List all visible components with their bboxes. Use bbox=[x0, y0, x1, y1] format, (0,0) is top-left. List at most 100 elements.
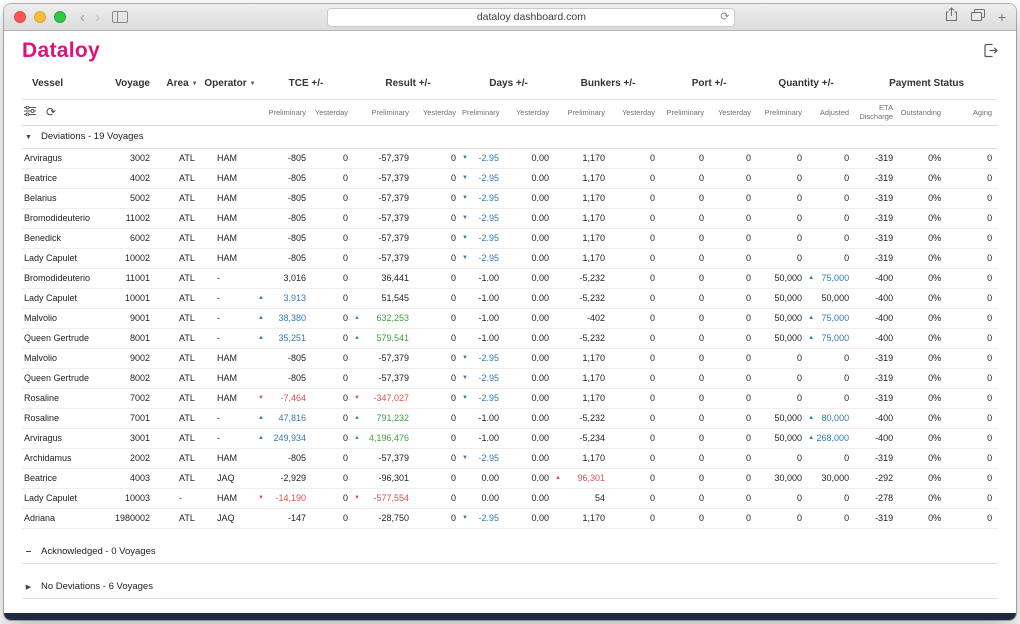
cell-value: 50,000 bbox=[775, 313, 803, 323]
toolbar-right: + bbox=[945, 7, 1006, 27]
cell-value: 249,934 bbox=[273, 433, 306, 443]
table-row[interactable]: Lady Capulet10002ATLHAM-8050-57,3790▼-2.… bbox=[22, 248, 998, 268]
cell-value: 0% bbox=[928, 253, 941, 263]
table-row[interactable]: Rosaline7001ATL-▲47,8160▲791,2320-1.000.… bbox=[22, 408, 998, 428]
close-window-button[interactable] bbox=[14, 11, 26, 23]
cell-value: 0 bbox=[987, 173, 992, 183]
share-icon[interactable] bbox=[945, 7, 958, 27]
table-row[interactable]: Queen Gertrude8002ATLHAM-8050-57,3790▼-2… bbox=[22, 368, 998, 388]
col-sub-preliminary: Preliminary bbox=[462, 99, 505, 125]
cell-outstanding: 0% bbox=[899, 148, 947, 168]
tab-overview-icon[interactable] bbox=[971, 8, 985, 26]
zoom-window-button[interactable] bbox=[54, 11, 66, 23]
cell-vessel: Malvolio bbox=[22, 348, 112, 368]
table-row[interactable]: Bromodideuterio11001ATL-3,016036,4410-1.… bbox=[22, 268, 998, 288]
filter-icon[interactable]: ▼ bbox=[192, 81, 198, 87]
address-bar[interactable]: dataloy dashboard.com ⟳ bbox=[327, 8, 735, 27]
cell-value: -319 bbox=[875, 153, 893, 163]
trend-up-icon: ▲ bbox=[808, 335, 814, 341]
section-label: Deviations - 19 Voyages bbox=[41, 131, 143, 142]
cell-tce-preliminary: -805 bbox=[258, 168, 312, 188]
cell-value: 30,000 bbox=[822, 473, 850, 483]
cell-days-yesterday: 0.00 bbox=[505, 228, 555, 248]
cell-result-yesterday: 0 bbox=[415, 308, 462, 328]
cell-bunkers-preliminary: 1,170 bbox=[555, 148, 611, 168]
header-group-row: VesselVoyageArea▼Operator▼TCE +/-Result … bbox=[22, 69, 998, 99]
cell-value: -805 bbox=[288, 233, 306, 243]
table-row[interactable]: Malvolio9001ATL-▲38,3800▲632,2530-1.000.… bbox=[22, 308, 998, 328]
cell-result-yesterday: 0 bbox=[415, 508, 462, 528]
cell-value: 1,170 bbox=[583, 453, 606, 463]
filter-sliders-icon[interactable] bbox=[24, 106, 36, 118]
cell-voyage: 11001 bbox=[112, 268, 162, 288]
cell-result-preliminary: ▲4,196,476 bbox=[354, 428, 415, 448]
table-row[interactable]: Malvolio9002ATLHAM-8050-57,3790▼-2.950.0… bbox=[22, 348, 998, 368]
cell-value: 0 bbox=[343, 433, 348, 443]
sidebar-toggle-icon[interactable] bbox=[112, 11, 128, 23]
cell-result-preliminary: ▲791,232 bbox=[354, 408, 415, 428]
col-group-label: Bunkers +/- bbox=[581, 78, 636, 89]
cell-bunkers-preliminary: 1,170 bbox=[555, 388, 611, 408]
cell-value: 0 bbox=[451, 413, 456, 423]
table-row[interactable]: Queen Gertrude8001ATL-▲35,2510▲579,5410-… bbox=[22, 328, 998, 348]
cell-eta-discharge: -400 bbox=[855, 428, 899, 448]
cell-value: -28,750 bbox=[378, 513, 409, 523]
collapse-icon[interactable]: ▼ bbox=[24, 134, 33, 141]
cell-value: 0 bbox=[844, 373, 849, 383]
table-row[interactable]: Benedick6002ATLHAM-8050-57,3790▼-2.950.0… bbox=[22, 228, 998, 248]
table-row[interactable]: Beatrice4002ATLHAM-8050-57,3790▼-2.950.0… bbox=[22, 168, 998, 188]
minimize-window-button[interactable] bbox=[34, 11, 46, 23]
cell-port-preliminary: 0 bbox=[661, 188, 710, 208]
cell-value: 0 bbox=[699, 253, 704, 263]
cell-port-preliminary: 0 bbox=[661, 468, 710, 488]
cell-value: 0% bbox=[928, 153, 941, 163]
expand-icon[interactable]: ▶ bbox=[24, 583, 33, 591]
cell-result-yesterday: 0 bbox=[415, 288, 462, 308]
cell-value: 47,816 bbox=[278, 413, 306, 423]
forward-button[interactable]: › bbox=[95, 10, 100, 25]
cell-area: ATL bbox=[162, 408, 202, 428]
section-header-deviations-19-voyages[interactable]: ▼ Deviations - 19 Voyages bbox=[22, 125, 998, 148]
section-header-no-deviations-6-voyages[interactable]: ▶No Deviations - 6 Voyages bbox=[22, 575, 998, 598]
cell-days-yesterday: 0.00 bbox=[505, 168, 555, 188]
table-row[interactable]: Archidamus2002ATLHAM-8050-57,3790▼-2.950… bbox=[22, 448, 998, 468]
cell-value: -2.95 bbox=[479, 193, 500, 203]
section-header-acknowledged-0-voyages[interactable]: –Acknowledged - 0 Voyages bbox=[22, 540, 998, 563]
table-row[interactable]: Bromodideuterio11002ATLHAM-8050-57,3790▼… bbox=[22, 208, 998, 228]
table-row[interactable]: Arviragus3001ATL-▲249,9340▲4,196,4760-1.… bbox=[22, 428, 998, 448]
cell-value: 0 bbox=[797, 513, 802, 523]
cell-quantity-adjusted: 0 bbox=[808, 248, 855, 268]
cell-result-yesterday: 0 bbox=[415, 428, 462, 448]
table-row[interactable]: Lady Capulet10003-HAM▼-14,1900▼-577,5540… bbox=[22, 488, 998, 508]
refresh-icon[interactable]: ⟳ bbox=[46, 105, 56, 119]
cell-outstanding: 0% bbox=[899, 228, 947, 248]
cell-quantity-preliminary: 50,000 bbox=[757, 268, 808, 288]
cell-port-preliminary: 0 bbox=[661, 388, 710, 408]
table-row[interactable]: Arviragus3002ATLHAM-8050-57,3790▼-2.950.… bbox=[22, 148, 998, 168]
cell-operator: HAM bbox=[202, 388, 258, 408]
cell-value: 0 bbox=[797, 353, 802, 363]
cell-value: 0 bbox=[451, 253, 456, 263]
table-row[interactable]: Belarius5002ATLHAM-8050-57,3790▼-2.950.0… bbox=[22, 188, 998, 208]
col-group-vessel: Vessel bbox=[22, 69, 112, 99]
cell-value: -319 bbox=[875, 253, 893, 263]
cell-value: 0.00 bbox=[532, 293, 550, 303]
filter-icon[interactable]: ▼ bbox=[250, 81, 256, 87]
cell-operator: HAM bbox=[202, 488, 258, 508]
cell-outstanding: 0% bbox=[899, 348, 947, 368]
reload-icon[interactable]: ⟳ bbox=[720, 10, 729, 23]
sign-out-icon[interactable] bbox=[983, 43, 998, 58]
table-row[interactable]: Beatrice4003ATLJAQ-2,9290-96,30100.000.0… bbox=[22, 468, 998, 488]
cell-days-preliminary: ▼-2.95 bbox=[462, 508, 505, 528]
cell-bunkers-preliminary: 1,170 bbox=[555, 168, 611, 188]
new-tab-button[interactable]: + bbox=[998, 10, 1006, 24]
cell-tce-preliminary: -805 bbox=[258, 348, 312, 368]
col-group-label: Payment Status bbox=[889, 78, 964, 89]
back-button[interactable]: ‹ bbox=[80, 10, 85, 25]
cell-value: 0 bbox=[451, 313, 456, 323]
table-row[interactable]: Adriana1980002ATLJAQ-1470-28,7500▼-2.950… bbox=[22, 508, 998, 528]
table-row[interactable]: Lady Capulet10001ATL-▲3,913051,5450-1.00… bbox=[22, 288, 998, 308]
col-sub-empty bbox=[162, 99, 202, 125]
page-header: Dataloy bbox=[22, 31, 998, 63]
table-row[interactable]: Rosaline7002ATLHAM▼-7,4640▼-347,0270▼-2.… bbox=[22, 388, 998, 408]
